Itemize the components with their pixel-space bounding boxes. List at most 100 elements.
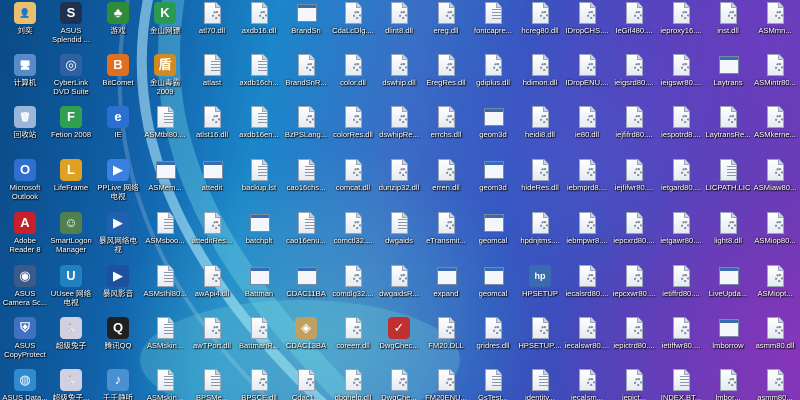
desktop-icon[interactable]: hp HPSETUP (517, 264, 563, 316)
desktop-icon[interactable]: comctl32.... (330, 211, 376, 263)
desktop-icon[interactable]: CDAC11BA (283, 264, 329, 316)
desktop-icon[interactable]: erren.dll (423, 158, 469, 210)
desktop-icon[interactable]: 🐇 超级兔子... (48, 368, 94, 400)
desktop-icon[interactable]: BattmanR... (236, 316, 282, 368)
desktop-icon[interactable]: geom3d (470, 105, 516, 157)
desktop-icon[interactable]: 🗑 回收站 (2, 105, 48, 157)
desktop-icon[interactable]: BzPSLang... (283, 105, 329, 157)
desktop-icon[interactable]: 🐇 超级兔子 (48, 316, 94, 368)
desktop-icon[interactable]: FM20ENU... (423, 368, 469, 400)
desktop-icon[interactable]: dswhip.dll (376, 53, 422, 105)
desktop-icon[interactable]: ✓ DwgChec... (376, 316, 422, 368)
desktop-icon[interactable]: awTPort.dll (189, 316, 235, 368)
desktop-icon[interactable]: hdimon.dll (517, 53, 563, 105)
desktop-icon[interactable]: errchs.dll (423, 105, 469, 157)
desktop-icon[interactable]: ASMskin... (142, 316, 188, 368)
desktop-icon[interactable]: BrandSnR... (283, 53, 329, 105)
desktop-icon[interactable]: iecalsrd80.... (564, 264, 610, 316)
desktop-icon[interactable]: ASMmn... (752, 1, 798, 53)
desktop-icon[interactable]: ASMtbl80.... (142, 105, 188, 157)
desktop-icon[interactable]: Laytrans (705, 53, 751, 105)
desktop-icon[interactable]: GsTest... (470, 368, 516, 400)
desktop-icon[interactable]: ◈ CDAC13BA (283, 316, 329, 368)
desktop-icon[interactable]: ▶ 暴风网络电 视 (95, 211, 141, 263)
desktop-icon[interactable]: ASMkerne... (752, 105, 798, 157)
desktop-icon[interactable]: geomcal (470, 264, 516, 316)
desktop-icon[interactable]: axdb16ch... (236, 53, 282, 105)
desktop-icon[interactable]: BPSCE.dll (236, 368, 282, 400)
desktop-icon[interactable]: iejfifrd80.... (611, 105, 657, 157)
desktop-icon[interactable]: LaytransRe... (705, 105, 751, 157)
desktop-icon[interactable]: atlast (189, 53, 235, 105)
desktop-icon[interactable]: lmborrow (705, 316, 751, 368)
desktop-icon[interactable]: ◎ CyberLink DVD Suite (48, 53, 94, 105)
desktop-icon[interactable]: expand (423, 264, 469, 316)
desktop-icon[interactable]: ietiffrd80.... (658, 264, 704, 316)
desktop-icon[interactable]: ASMem... (142, 158, 188, 210)
desktop-icon[interactable]: ieigswr80.... (658, 53, 704, 105)
desktop-icon[interactable]: iecalsm... (564, 368, 610, 400)
desktop-icon[interactable]: hideRes.dll (517, 158, 563, 210)
desktop-icon[interactable]: IDropENU.... (564, 53, 610, 105)
desktop-icon[interactable]: ▶ 暴风影音 (95, 264, 141, 316)
desktop-icon[interactable]: comcat.dll (330, 158, 376, 210)
desktop-icon[interactable]: ietgard80.... (658, 158, 704, 210)
desktop-icon[interactable]: awApi4.dll (189, 264, 235, 316)
desktop-icon[interactable]: IDropCHS.... (564, 1, 610, 53)
desktop-icon[interactable]: ietiffwr80.... (658, 316, 704, 368)
desktop-icon[interactable]: Battman (236, 264, 282, 316)
desktop-icon[interactable]: ◍ ASUS Data... (2, 368, 48, 400)
desktop-icon[interactable]: A Adobe Reader 8 (2, 211, 48, 263)
desktop-icon[interactable]: FM20.DLL (423, 316, 469, 368)
desktop-icon[interactable]: ASMsboo... (142, 211, 188, 263)
desktop-icon[interactable]: iebmpwr8.... (564, 211, 610, 263)
desktop-icon[interactable]: ie80.dll (564, 105, 610, 157)
desktop-icon[interactable]: color.dll (330, 53, 376, 105)
desktop-icon[interactable]: L LifeFrame (48, 158, 94, 210)
desktop-icon[interactable]: iepict... (611, 368, 657, 400)
desktop-icon[interactable]: O Microsoft Outlook (2, 158, 48, 210)
desktop-icon[interactable]: ereg.dll (423, 1, 469, 53)
desktop-icon[interactable]: ASMintr80... (752, 53, 798, 105)
desktop-icon[interactable]: dbghelp.dll (330, 368, 376, 400)
desktop-icon[interactable]: ♪ 千千静听 (95, 368, 141, 400)
desktop-icon[interactable]: comdlg32.... (330, 264, 376, 316)
desktop-icon[interactable]: 盾金山毒霸 2009 (142, 53, 188, 105)
desktop-icon[interactable]: dswhipRe... (376, 105, 422, 157)
desktop-icon[interactable]: iejfifwr80.... (611, 158, 657, 210)
desktop-icon[interactable]: ▶ PPLive 网络 电视 (95, 158, 141, 210)
desktop-icon[interactable]: atl70.dll (189, 1, 235, 53)
desktop-icon[interactable]: ◉ ASUS Camera Sc... (2, 264, 48, 316)
desktop-icon[interactable]: eTransmit... (423, 211, 469, 263)
desktop-icon[interactable]: S ASUS Splendid ... (48, 1, 94, 53)
desktop-icon[interactable]: backup.lst (236, 158, 282, 210)
desktop-icon[interactable]: attedit (189, 158, 235, 210)
desktop-icon[interactable]: ASMiopt... (752, 264, 798, 316)
desktop-icon[interactable]: Cdac1... (283, 368, 329, 400)
desktop-icon[interactable]: U UUsee 网络 电视 (48, 264, 94, 316)
desktop-icon[interactable]: HPSETUP.... (517, 316, 563, 368)
desktop-icon[interactable]: DwgChe... (376, 368, 422, 400)
desktop-icon[interactable]: asmm80.dll (752, 316, 798, 368)
desktop-icon[interactable]: heidi8.dll (517, 105, 563, 157)
desktop-icon[interactable]: iecalswr80.... (564, 316, 610, 368)
desktop-icon[interactable]: atlst16.dll (189, 105, 235, 157)
desktop-icon[interactable]: Q 腾讯QQ (95, 316, 141, 368)
desktop-icon[interactable]: coreerr.dll (330, 316, 376, 368)
desktop-icon[interactable]: gridres.dll (470, 316, 516, 368)
desktop-icon[interactable]: inst.dll (705, 1, 751, 53)
desktop-icon[interactable]: ASMiop80... (752, 211, 798, 263)
desktop-icon[interactable]: K 金山网镖 (142, 1, 188, 53)
desktop-icon[interactable]: ASMsIhl80... (142, 264, 188, 316)
desktop-icon[interactable]: BPSMe... (189, 368, 235, 400)
desktop-icon[interactable]: axdb16.dll (236, 1, 282, 53)
desktop-icon[interactable]: ieproxy16.... (658, 1, 704, 53)
desktop-icon[interactable]: geomcal (470, 211, 516, 263)
desktop-icon[interactable]: ietgawr80.... (658, 211, 704, 263)
desktop-icon[interactable]: ieigsrd80.... (611, 53, 657, 105)
desktop-icon[interactable]: geom3d (470, 158, 516, 210)
desktop-icon[interactable]: light8.dll (705, 211, 751, 263)
desktop-icon[interactable]: asmm80... (752, 368, 798, 400)
desktop-icon[interactable]: LiveUpda... (705, 264, 751, 316)
desktop-icon[interactable]: cao16enu... (283, 211, 329, 263)
